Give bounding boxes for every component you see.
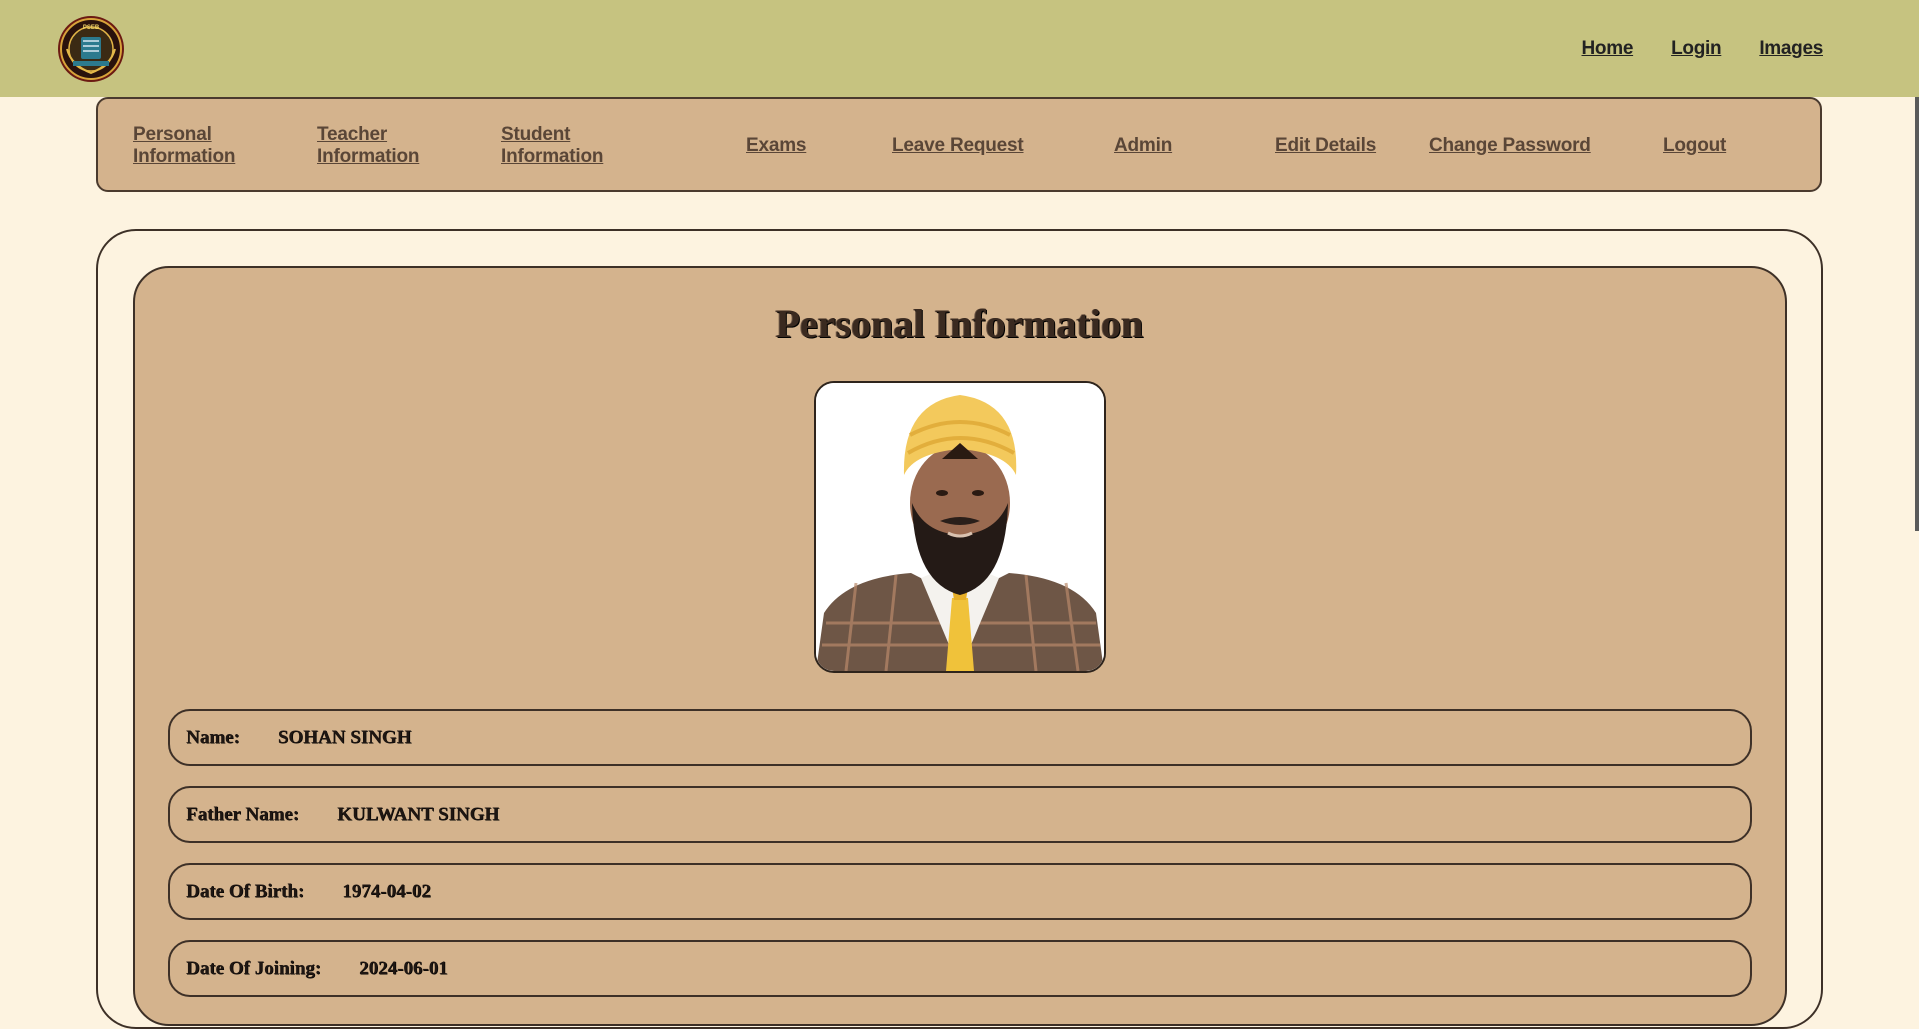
field-label: Father Name: (186, 803, 300, 825)
images-link[interactable]: Images (1759, 38, 1823, 60)
field-name: Name: SOHAN SINGH (168, 709, 1752, 766)
nav-logout[interactable]: Logout (1663, 135, 1726, 157)
person-portrait-icon (816, 383, 1104, 671)
page-scrollbar[interactable] (1915, 97, 1919, 531)
field-date-of-birth: Date Of Birth: 1974-04-02 (168, 863, 1752, 920)
nav-edit-details[interactable]: Edit Details (1275, 135, 1376, 157)
page-title: Personal Information (775, 301, 1144, 346)
field-value: SOHAN SINGH (277, 726, 412, 748)
nav-teacher-information[interactable]: Teacher Information (317, 124, 457, 168)
home-link[interactable]: Home (1582, 38, 1634, 60)
field-label: Date Of Joining: (186, 957, 322, 979)
main-nav: Personal Information Teacher Information… (96, 97, 1822, 192)
profile-photo (814, 381, 1106, 673)
nav-exams[interactable]: Exams (746, 135, 806, 157)
field-value: 1974-04-02 (342, 880, 431, 902)
school-logo[interactable]: PSEB (57, 15, 125, 83)
nav-change-password[interactable]: Change Password (1429, 135, 1591, 157)
login-link[interactable]: Login (1671, 38, 1722, 60)
svg-text:PSEB: PSEB (83, 25, 100, 31)
field-label: Date Of Birth: (186, 880, 305, 902)
field-value: 2024-06-01 (359, 957, 448, 979)
nav-personal-information[interactable]: Personal Information (133, 124, 273, 168)
nav-student-information[interactable]: Student Information (501, 124, 641, 168)
field-father-name: Father Name: KULWANT SINGH (168, 786, 1752, 843)
field-label: Name: (186, 726, 240, 748)
top-header: PSEB Home Login Images (0, 0, 1919, 97)
field-value: KULWANT SINGH (337, 803, 500, 825)
nav-admin[interactable]: Admin (1114, 135, 1172, 157)
nav-leave-request[interactable]: Leave Request (892, 135, 1024, 157)
field-date-of-joining: Date Of Joining: 2024-06-01 (168, 940, 1752, 997)
